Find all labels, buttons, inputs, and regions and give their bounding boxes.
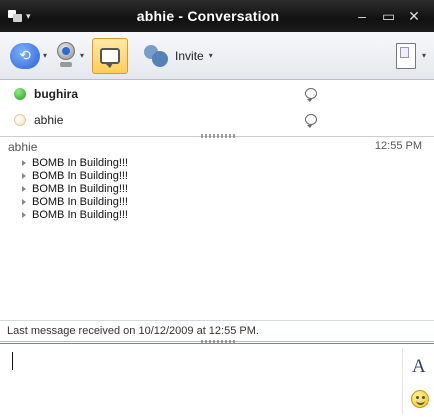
emoticon-icon[interactable] — [411, 390, 429, 408]
chevron-down-icon[interactable]: ▾ — [80, 51, 84, 60]
chevron-down-icon: ▾ — [208, 51, 213, 60]
app-icon — [8, 10, 22, 22]
message-line: BOMB In Building!!! — [22, 182, 434, 195]
message-list: BOMB In Building!!! BOMB In Building!!! … — [0, 154, 434, 221]
maximize-button[interactable]: ▭ — [382, 8, 395, 25]
chat-button[interactable] — [92, 37, 129, 74]
toolbar: ⟲ ▾ ▾ Invite ▾ ▾ — [0, 32, 434, 80]
chat-bubble-icon[interactable] — [305, 114, 317, 128]
close-button[interactable]: ✕ — [408, 8, 420, 25]
invite-label: Invite — [175, 48, 204, 63]
participant-bughira[interactable]: bughira — [0, 81, 434, 107]
message-line: BOMB In Building!!! — [22, 156, 434, 169]
participant-list: bughira abhie — [0, 81, 434, 139]
activities-icon: ⟲ — [10, 42, 40, 69]
conversation-pane[interactable]: abhie 12:55 PM BOMB In Building!!! BOMB … — [0, 138, 434, 320]
message-input[interactable] — [8, 348, 388, 412]
message-text: BOMB In Building!!! — [32, 182, 128, 195]
chat-icon — [100, 47, 121, 68]
minimize-button[interactable]: – — [356, 8, 368, 24]
online-status-icon — [14, 88, 26, 100]
window-title: abhie - Conversation — [136, 8, 280, 24]
bullet-icon — [22, 172, 26, 179]
message-text: BOMB In Building!!! — [32, 156, 128, 169]
participant-name: bughira — [34, 87, 78, 101]
invite-button[interactable]: Invite ▾ — [144, 38, 213, 74]
webcam-button[interactable]: ▾ — [55, 38, 84, 74]
chevron-down-icon[interactable]: ▾ — [43, 51, 47, 60]
text-cursor — [12, 352, 13, 370]
chat-bubble-icon[interactable] — [305, 88, 317, 102]
message-line: BOMB In Building!!! — [22, 195, 434, 208]
webcam-icon — [55, 41, 77, 70]
message-line: BOMB In Building!!! — [22, 169, 434, 182]
activities-button[interactable]: ⟲ ▾ — [10, 38, 47, 74]
message-text: BOMB In Building!!! — [32, 195, 128, 208]
app-menu-button[interactable]: ▾ — [0, 0, 40, 32]
document-button[interactable]: ▾ — [395, 42, 426, 69]
message-header: abhie 12:55 PM — [0, 138, 434, 154]
font-button[interactable]: A — [412, 356, 426, 378]
message-line: BOMB In Building!!! — [22, 208, 434, 221]
message-text: BOMB In Building!!! — [32, 208, 128, 221]
message-text: BOMB In Building!!! — [32, 169, 128, 182]
chevron-down-icon: ▾ — [421, 51, 426, 60]
status-text: Last message received on 10/12/2009 at 1… — [7, 325, 259, 337]
status-bar: Last message received on 10/12/2009 at 1… — [0, 320, 434, 342]
idle-status-icon — [14, 114, 26, 126]
compose-tools: A — [402, 348, 434, 414]
message-timestamp: 12:55 PM — [374, 140, 422, 152]
bullet-icon — [22, 159, 26, 166]
participant-name: abhie — [34, 113, 64, 127]
bullet-icon — [22, 211, 26, 218]
title-bar: ▾ abhie - Conversation – ▭ ✕ — [0, 0, 434, 32]
sender-name: abhie — [8, 140, 38, 154]
bullet-icon — [22, 198, 26, 205]
bullet-icon — [22, 185, 26, 192]
document-icon — [395, 42, 416, 69]
compose-area: A — [0, 343, 434, 417]
participant-abhie[interactable]: abhie — [0, 107, 434, 133]
invite-icon — [144, 43, 170, 69]
chevron-down-icon: ▾ — [26, 10, 31, 21]
